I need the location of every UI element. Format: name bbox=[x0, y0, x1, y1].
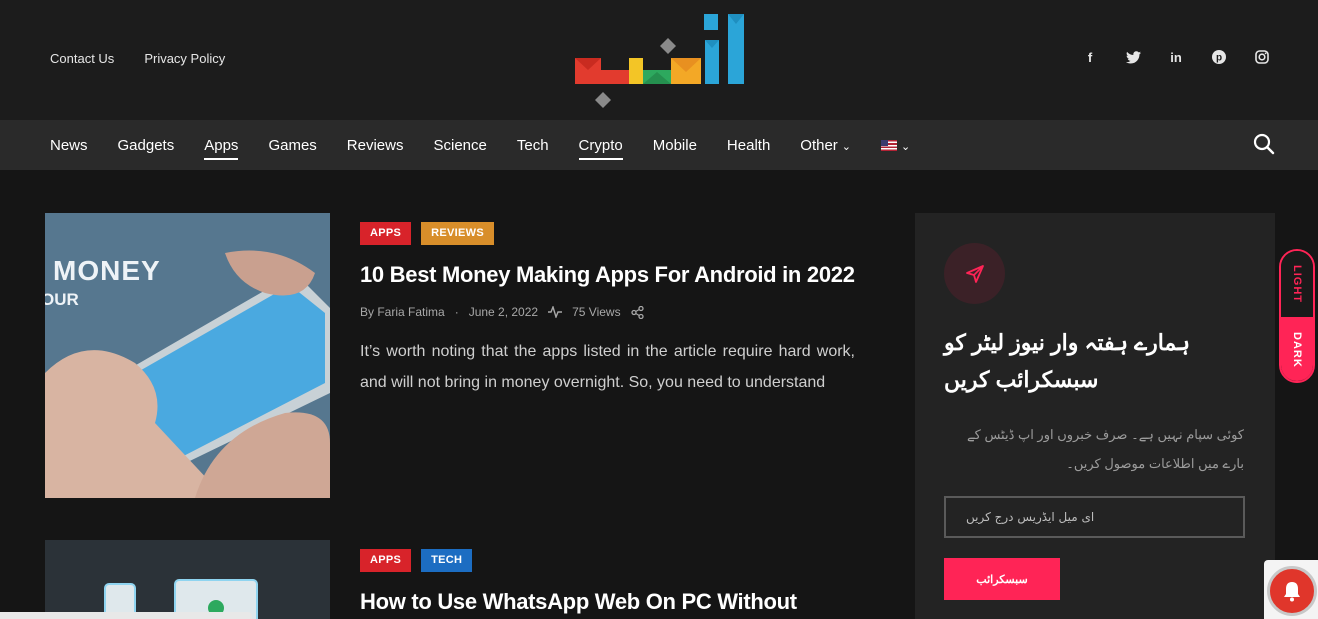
chevron-down-icon: ⌄ bbox=[841, 140, 852, 153]
nav-item-tech[interactable]: Tech bbox=[517, 137, 549, 154]
share-icon[interactable] bbox=[630, 305, 644, 319]
email-field[interactable] bbox=[944, 496, 1245, 538]
post-title[interactable]: 10 Best Money Making Apps For Android in… bbox=[360, 262, 855, 288]
newsletter-text: کوئی سپام نہیں ہے۔ صرف خبروں اور اپ ڈیٹس… bbox=[967, 427, 1244, 471]
tag-apps[interactable]: APPS bbox=[360, 222, 412, 245]
svg-text:p: p bbox=[1216, 53, 1222, 64]
post-author[interactable]: By Faria Fatima bbox=[360, 305, 445, 319]
dark-mode-option[interactable]: DARK bbox=[1281, 317, 1313, 381]
nav-item-news[interactable]: News bbox=[50, 137, 88, 154]
post-tags: APPS REVIEWS bbox=[360, 222, 494, 245]
thumb-text-money: MONEY bbox=[53, 255, 161, 286]
instagram-icon[interactable] bbox=[1254, 49, 1270, 65]
post-title-2[interactable]: How to Use WhatsApp Web On PC Without bbox=[360, 589, 797, 615]
main-nav: News Gadgets Apps Games Reviews Science … bbox=[50, 120, 910, 170]
nav-item-health[interactable]: Health bbox=[727, 137, 770, 154]
newsletter-title: ہمارے ہفتہ وار نیوز لیٹر کو سبسکرائب کری… bbox=[944, 330, 1191, 392]
post-tags-2: APPS TECH bbox=[360, 549, 473, 572]
theme-toggle[interactable]: LIGHT DARK bbox=[1279, 249, 1315, 383]
facebook-icon[interactable]: f bbox=[1082, 49, 1098, 65]
post-excerpt: It’s worth noting that the apps listed i… bbox=[360, 343, 855, 391]
phone-hand-image: MONEY OUR bbox=[45, 213, 330, 498]
thumb-text-our: OUR bbox=[45, 290, 79, 309]
bell-icon bbox=[1267, 566, 1317, 616]
pinterest-icon[interactable]: p bbox=[1211, 49, 1227, 65]
contact-us-link[interactable]: Contact Us bbox=[50, 51, 114, 66]
post-thumbnail-2[interactable] bbox=[45, 540, 330, 619]
nav-item-reviews[interactable]: Reviews bbox=[347, 137, 404, 154]
light-label: LIGHT bbox=[1291, 265, 1303, 303]
newsletter-icon-badge bbox=[944, 243, 1005, 304]
top-links: Contact Us Privacy Policy bbox=[50, 51, 225, 66]
privacy-policy-link[interactable]: Privacy Policy bbox=[144, 51, 225, 66]
post-date: June 2, 2022 bbox=[468, 305, 539, 319]
nav-item-other-label: Other bbox=[800, 136, 838, 154]
nav-item-science[interactable]: Science bbox=[433, 137, 486, 154]
tag-tech[interactable]: TECH bbox=[421, 549, 473, 572]
twitter-icon[interactable] bbox=[1125, 49, 1141, 65]
dark-label: DARK bbox=[1291, 332, 1303, 368]
nav-item-games[interactable]: Games bbox=[268, 137, 316, 154]
chevron-down-icon: ⌄ bbox=[901, 140, 911, 153]
post-thumbnail[interactable]: MONEY OUR bbox=[45, 213, 330, 498]
nav-item-other[interactable]: Other ⌄ bbox=[800, 137, 851, 154]
activity-icon bbox=[548, 306, 563, 318]
nav-item-mobile[interactable]: Mobile bbox=[653, 137, 697, 154]
nav-item-crypto[interactable]: Crypto bbox=[578, 137, 623, 160]
search-icon[interactable] bbox=[1252, 132, 1276, 156]
linkedin-icon[interactable]: in bbox=[1168, 49, 1184, 65]
paper-plane-icon bbox=[965, 264, 984, 283]
whatsapp-image bbox=[45, 540, 330, 619]
nav-item-gadgets[interactable]: Gadgets bbox=[118, 137, 175, 154]
nav-item-apps[interactable]: Apps bbox=[204, 137, 239, 160]
social-links: f in p bbox=[1082, 49, 1270, 65]
notification-widget[interactable] bbox=[1264, 560, 1318, 619]
post-views: 75 Views bbox=[572, 305, 621, 319]
meta-separator: · bbox=[454, 305, 459, 319]
site-logo[interactable] bbox=[573, 10, 748, 110]
tag-reviews[interactable]: REVIEWS bbox=[421, 222, 494, 245]
tag-apps[interactable]: APPS bbox=[360, 549, 412, 572]
browser-status-bar bbox=[0, 612, 252, 619]
light-mode-option[interactable]: LIGHT bbox=[1281, 251, 1313, 317]
language-selector[interactable]: ⌄ bbox=[881, 137, 910, 154]
subscribe-button[interactable]: سبسکرائب bbox=[944, 558, 1060, 600]
post-meta: By Faria Fatima · June 2, 2022 75 Views bbox=[360, 305, 644, 319]
us-flag-icon bbox=[881, 140, 898, 152]
